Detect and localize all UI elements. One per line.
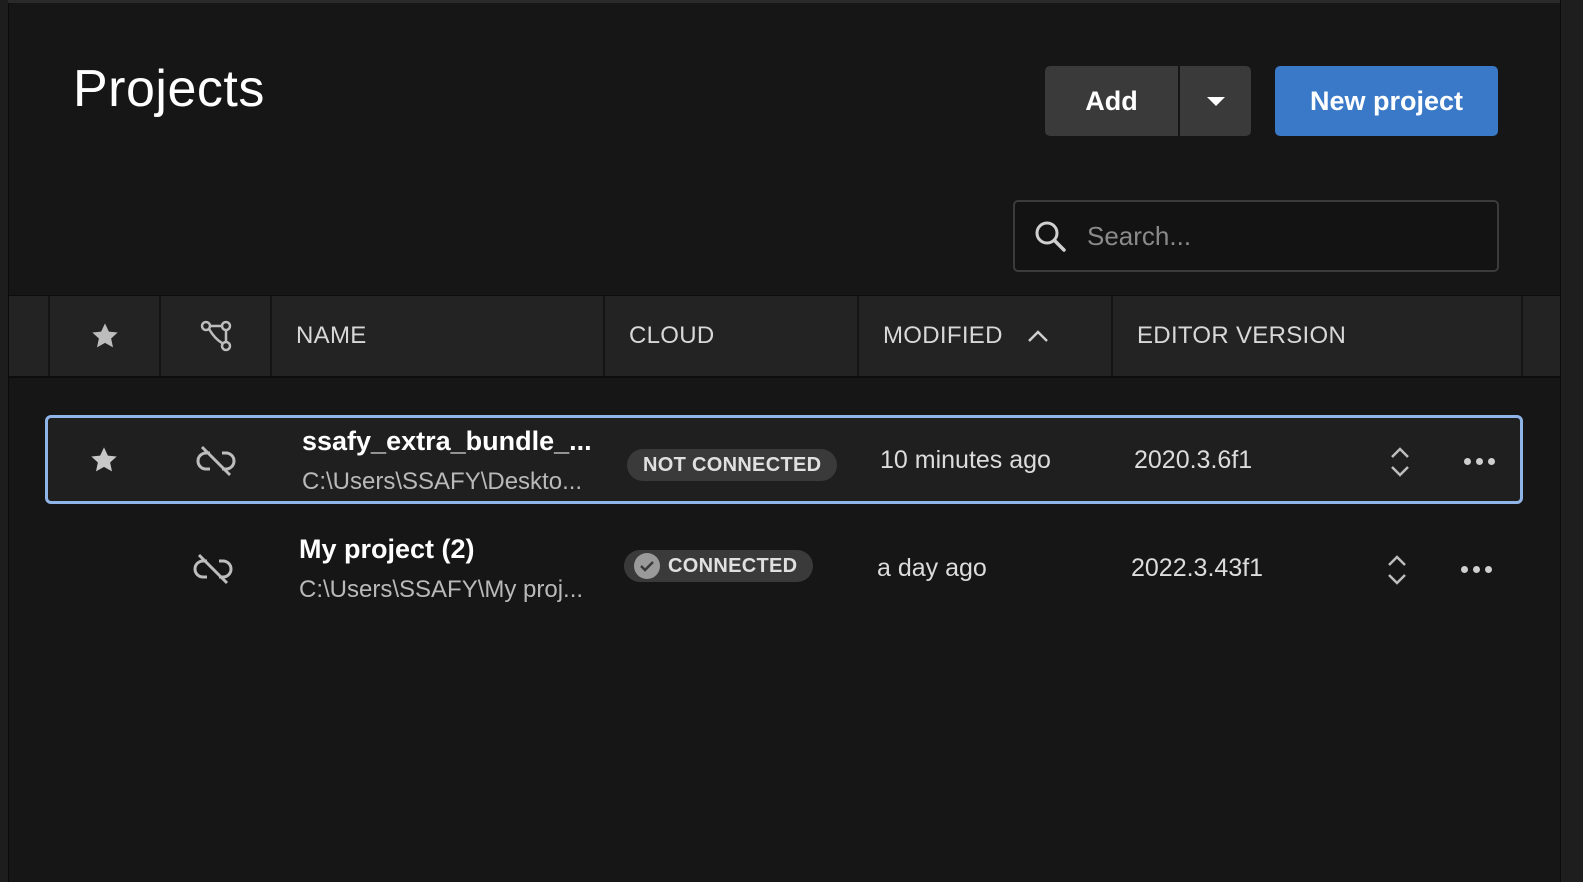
add-dropdown-button[interactable] — [1180, 66, 1251, 136]
project-path: C:\Users\SSAFY\My proj... — [299, 576, 584, 603]
editor-version: 2022.3.43f1 — [1131, 554, 1264, 582]
cloud-status: CONNECTED — [624, 550, 814, 582]
status-badge-label: CONNECTED — [668, 554, 798, 577]
source-control-status — [193, 552, 233, 586]
project-name: My project (2) — [299, 534, 475, 564]
modified-time: a day ago — [877, 554, 987, 582]
table-row[interactable]: ssafy_extra_bundle_... C:\Users\SSAFY\De… — [45, 415, 1523, 504]
window-left-edge — [0, 0, 8, 882]
window-right-edge — [1560, 0, 1583, 882]
search-box — [1013, 200, 1499, 272]
status-badge: NOT CONNECTED — [627, 449, 838, 481]
more-options-button[interactable] — [1464, 458, 1495, 465]
more-icon — [1464, 458, 1495, 465]
favorite-toggle[interactable] — [88, 444, 120, 476]
table-header: NAME CLOUD MODIFIED EDITOR VERSION — [9, 295, 1562, 378]
header-end — [1523, 296, 1562, 376]
header-modified[interactable]: MODIFIED — [859, 296, 1113, 376]
header-cloud[interactable]: CLOUD — [605, 296, 859, 376]
version-selector[interactable] — [1388, 446, 1412, 478]
chevron-up-down-icon — [1391, 447, 1409, 477]
project-path: C:\Users\SSAFY\Deskto... — [302, 468, 583, 495]
version-selector[interactable] — [1385, 554, 1409, 586]
projects-panel: Projects Add New project NA — [8, 3, 1562, 882]
page-title: Projects — [73, 60, 265, 118]
source-control-status — [196, 444, 236, 478]
header-name[interactable]: NAME — [272, 296, 605, 376]
status-badge: CONNECTED — [624, 550, 814, 582]
modified-time: 10 minutes ago — [880, 446, 1051, 474]
star-icon — [91, 447, 117, 472]
editor-version: 2020.3.6f1 — [1134, 446, 1253, 474]
search-input[interactable] — [1085, 219, 1469, 253]
chevron-up-icon — [1027, 330, 1048, 342]
header-editor-version[interactable]: EDITOR VERSION — [1113, 296, 1523, 376]
cloud-status: NOT CONNECTED — [627, 449, 838, 481]
header-spacer — [9, 296, 50, 376]
checkmark-icon — [634, 553, 660, 579]
new-project-button[interactable]: New project — [1275, 66, 1498, 136]
more-options-button[interactable] — [1461, 566, 1492, 573]
branch-icon — [200, 320, 231, 352]
more-icon — [1461, 566, 1492, 573]
table-row[interactable]: My project (2) C:\Users\SSAFY\My proj...… — [45, 526, 1523, 615]
unlink-icon — [193, 553, 233, 585]
caret-down-icon — [1206, 96, 1225, 106]
add-button[interactable]: Add — [1045, 66, 1178, 136]
chevron-up-down-icon — [1388, 555, 1406, 585]
header-favorite[interactable] — [50, 296, 161, 376]
search-icon — [1035, 221, 1066, 252]
add-button-group: Add — [1045, 66, 1251, 136]
unlink-icon — [196, 445, 236, 477]
project-name: ssafy_extra_bundle_... — [302, 426, 592, 456]
star-icon — [91, 323, 118, 348]
header-source-control[interactable] — [161, 296, 272, 376]
header-modified-label: MODIFIED — [883, 322, 1003, 349]
